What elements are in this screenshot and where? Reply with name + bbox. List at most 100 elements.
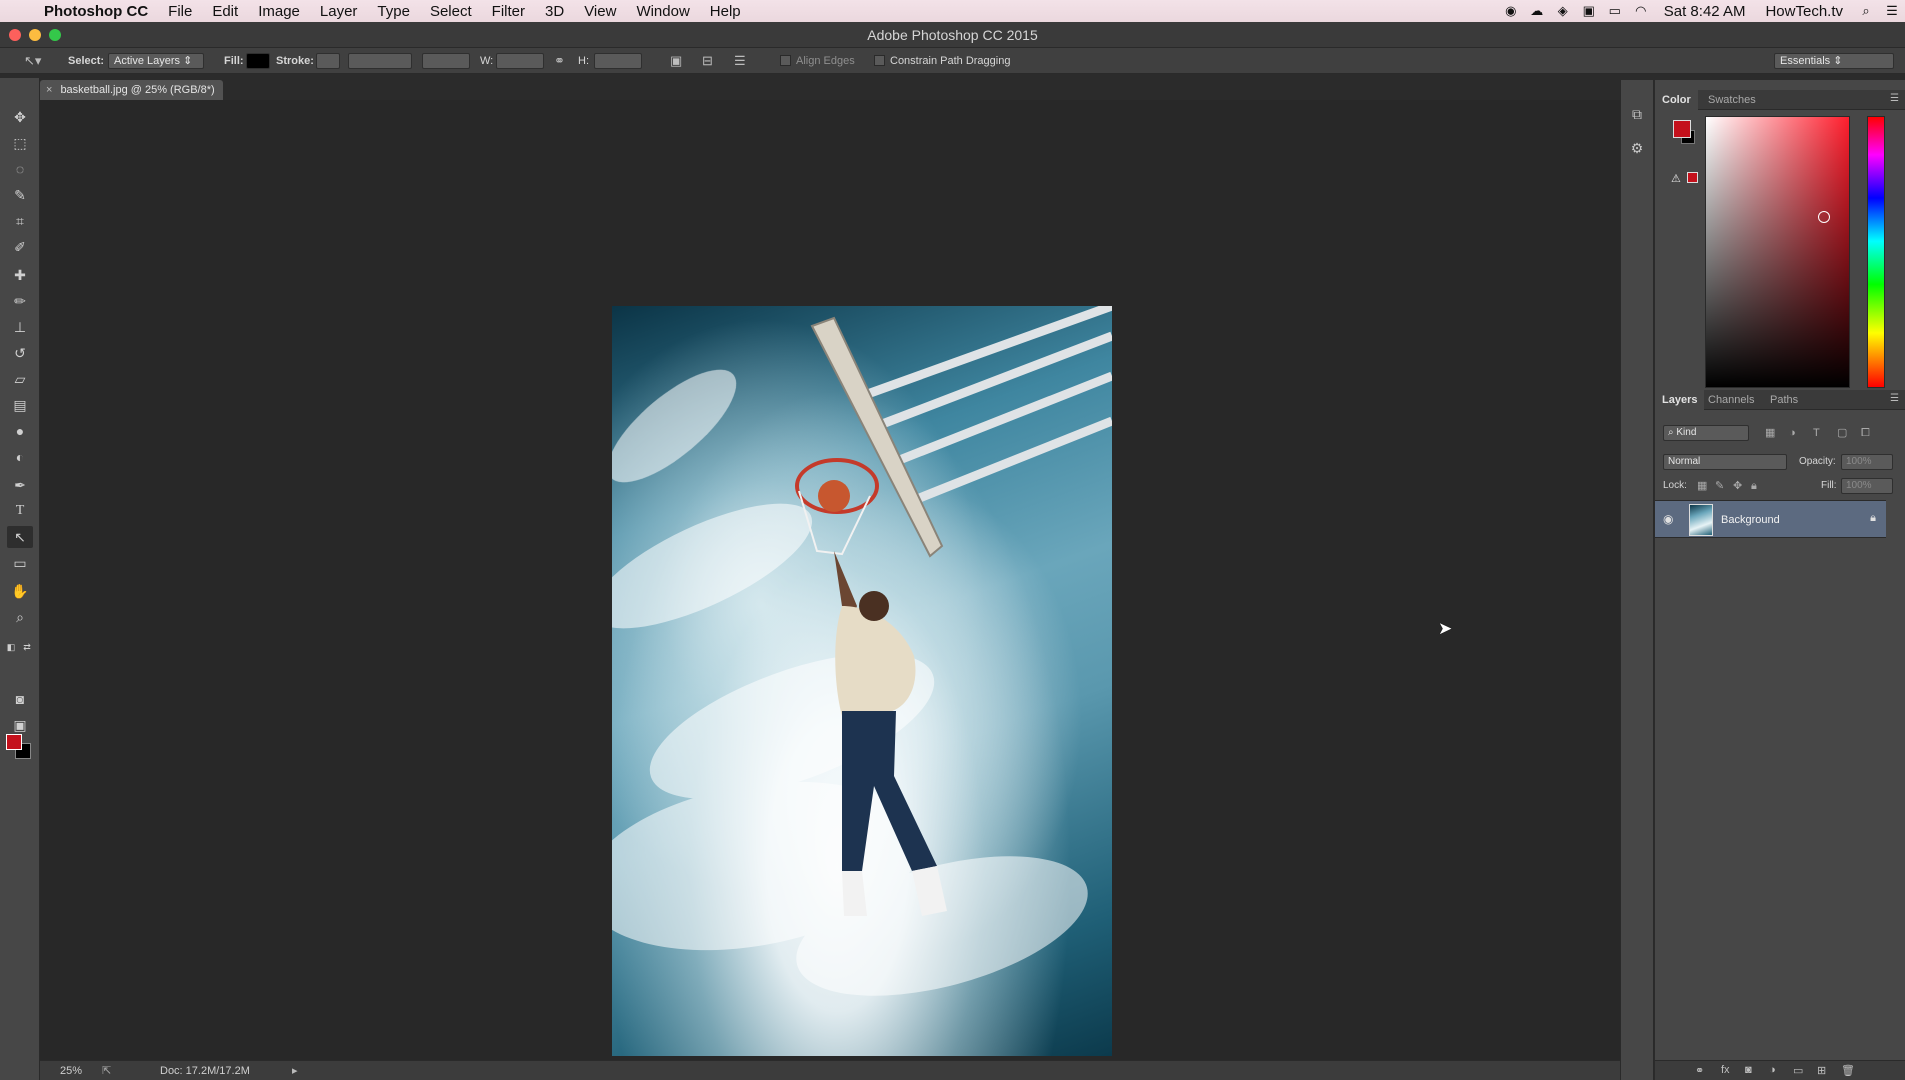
path-alignment-icon[interactable]: ⊟	[702, 53, 713, 69]
screen-mode-icon[interactable]: ▣	[7, 714, 33, 736]
status-menu-arrow-icon[interactable]: ▸	[292, 1061, 298, 1080]
app-menu[interactable]: Photoshop CC	[34, 3, 158, 20]
foreground-color-swatch[interactable]	[6, 734, 22, 750]
close-tab-icon[interactable]: ×	[46, 84, 52, 96]
filter-shape-icon[interactable]: ▢	[1837, 425, 1847, 441]
path-selection-preset-icon[interactable]: ↖▾	[24, 53, 41, 69]
new-group-icon[interactable]: ▭	[1793, 1064, 1803, 1077]
dodge-tool-icon[interactable]: ◐	[7, 446, 33, 468]
wifi-icon[interactable]: ◠	[1628, 3, 1654, 19]
notification-center-icon[interactable]: ☰	[1879, 3, 1905, 19]
gamut-warning-swatch[interactable]	[1687, 172, 1698, 183]
window-zoom-button[interactable]	[49, 29, 61, 41]
zoom-tool-icon[interactable]: ⌕	[7, 606, 33, 628]
document-canvas[interactable]: ➤	[40, 100, 1620, 1060]
marquee-tool-icon[interactable]: ⬚	[7, 132, 33, 154]
color-field-cursor[interactable]	[1818, 211, 1830, 223]
menu-edit[interactable]: Edit	[202, 3, 248, 20]
layer-name[interactable]: Background	[1721, 501, 1780, 539]
type-tool-icon[interactable]: T	[7, 500, 33, 522]
path-arrangement-icon[interactable]: ☰	[734, 53, 746, 69]
healing-brush-tool-icon[interactable]: ✚	[7, 264, 33, 286]
window-minimize-button[interactable]	[29, 29, 41, 41]
document-tab[interactable]: × basketball.jpg @ 25% (RGB/8*)	[40, 80, 223, 100]
menu-user[interactable]: HowTech.tv	[1755, 3, 1853, 20]
default-colors-icon[interactable]: ◧	[4, 636, 18, 658]
lock-transparent-icon[interactable]: ▦	[1697, 478, 1707, 494]
window-close-button[interactable]	[9, 29, 21, 41]
add-mask-icon[interactable]: ◙	[1745, 1064, 1752, 1076]
layer-filter-dropdown[interactable]: ⌕ Kind	[1663, 425, 1749, 441]
filter-adjustment-icon[interactable]: ◑	[1789, 425, 1796, 441]
filter-type-icon[interactable]: T	[1813, 425, 1820, 441]
zoom-level[interactable]: 25%	[60, 1061, 82, 1080]
history-brush-tool-icon[interactable]: ↺	[7, 342, 33, 364]
width-field[interactable]	[496, 53, 544, 69]
tab-swatches[interactable]: Swatches	[1701, 90, 1763, 110]
tab-channels[interactable]: Channels	[1701, 390, 1761, 410]
tab-color[interactable]: Color	[1655, 90, 1698, 110]
record-icon[interactable]: ◉	[1498, 3, 1524, 19]
blur-tool-icon[interactable]: ●	[7, 420, 33, 442]
quick-selection-tool-icon[interactable]: ✎	[7, 184, 33, 206]
lasso-tool-icon[interactable]: ◌	[7, 158, 33, 180]
fill-field[interactable]: 100%	[1841, 478, 1893, 494]
menu-type[interactable]: Type	[367, 3, 420, 20]
gamut-warning-icon[interactable]: ⚠	[1671, 172, 1681, 185]
layer-row-background[interactable]: ◉ Background 🔒︎	[1655, 500, 1886, 538]
layer-style-icon[interactable]: fx	[1721, 1064, 1730, 1076]
brush-tool-icon[interactable]: ✏	[7, 290, 33, 312]
dropbox-icon[interactable]: ◈	[1550, 3, 1576, 19]
layer-visibility-eye-icon[interactable]: ◉	[1663, 512, 1673, 526]
pen-tool-icon[interactable]: ✒	[7, 474, 33, 496]
hue-slider[interactable]	[1867, 116, 1885, 388]
constrain-path-checkbox[interactable]: Constrain Path Dragging	[874, 53, 1010, 69]
link-icon[interactable]: ⚭	[554, 53, 565, 69]
height-field[interactable]	[594, 53, 642, 69]
filter-smart-object-icon[interactable]: ⧠	[1861, 425, 1870, 441]
new-layer-icon[interactable]: ⊞	[1817, 1064, 1826, 1077]
swap-colors-icon[interactable]: ⇄	[20, 636, 34, 658]
rectangle-tool-icon[interactable]: ▭	[7, 552, 33, 574]
menu-help[interactable]: Help	[700, 3, 751, 20]
menu-file[interactable]: File	[158, 3, 202, 20]
stroke-width-field[interactable]	[348, 53, 412, 69]
quick-mask-icon[interactable]: ◙	[7, 688, 33, 710]
color-panel-foreground[interactable]	[1673, 120, 1691, 138]
tab-layers[interactable]: Layers	[1655, 390, 1705, 410]
spotlight-icon[interactable]: ⌕	[1853, 3, 1879, 19]
path-selection-tool-icon[interactable]: ↖	[7, 526, 33, 548]
opacity-field[interactable]: 100%	[1841, 454, 1893, 470]
menu-3d[interactable]: 3D	[535, 3, 574, 20]
properties-panel-icon[interactable]: ⚙	[1627, 138, 1647, 158]
select-dropdown[interactable]: Active Layers ⇕	[108, 53, 204, 69]
menu-clock[interactable]: Sat 8:42 AM	[1654, 3, 1756, 20]
history-panel-icon[interactable]: ⧉	[1627, 104, 1647, 124]
app-status-icon[interactable]: ▣	[1576, 3, 1602, 19]
adjustment-layer-icon[interactable]: ◑	[1769, 1064, 1776, 1076]
menu-window[interactable]: Window	[626, 3, 699, 20]
creative-cloud-icon[interactable]: ☁	[1524, 3, 1550, 19]
menu-view[interactable]: View	[574, 3, 626, 20]
stroke-type-dropdown[interactable]	[422, 53, 470, 69]
filter-pixel-icon[interactable]: ▦	[1765, 425, 1775, 441]
workspace-switcher[interactable]: Essentials ⇕	[1774, 53, 1894, 69]
fill-swatch[interactable]	[246, 53, 270, 69]
eraser-tool-icon[interactable]: ▱	[7, 368, 33, 390]
blend-mode-dropdown[interactable]: Normal	[1663, 454, 1787, 470]
color-panel-menu-icon[interactable]: ☰	[1890, 93, 1899, 104]
delete-layer-icon[interactable]: 🗑︎	[1841, 1064, 1855, 1077]
path-operations-icon[interactable]: ▣	[670, 53, 682, 69]
lock-image-icon[interactable]: ✎	[1715, 478, 1724, 494]
share-icon[interactable]: ⇱	[102, 1061, 111, 1080]
menu-select[interactable]: Select	[420, 3, 482, 20]
link-layers-icon[interactable]: ⚭	[1695, 1064, 1704, 1077]
tab-paths[interactable]: Paths	[1763, 390, 1805, 410]
menu-image[interactable]: Image	[248, 3, 310, 20]
align-edges-checkbox[interactable]: Align Edges	[780, 53, 855, 69]
lock-all-icon[interactable]: 🔒︎	[1751, 478, 1757, 494]
clone-stamp-tool-icon[interactable]: ⊥	[7, 316, 33, 338]
hand-tool-icon[interactable]: ✋	[7, 580, 33, 602]
menu-layer[interactable]: Layer	[310, 3, 368, 20]
stroke-swatch[interactable]	[316, 53, 340, 69]
